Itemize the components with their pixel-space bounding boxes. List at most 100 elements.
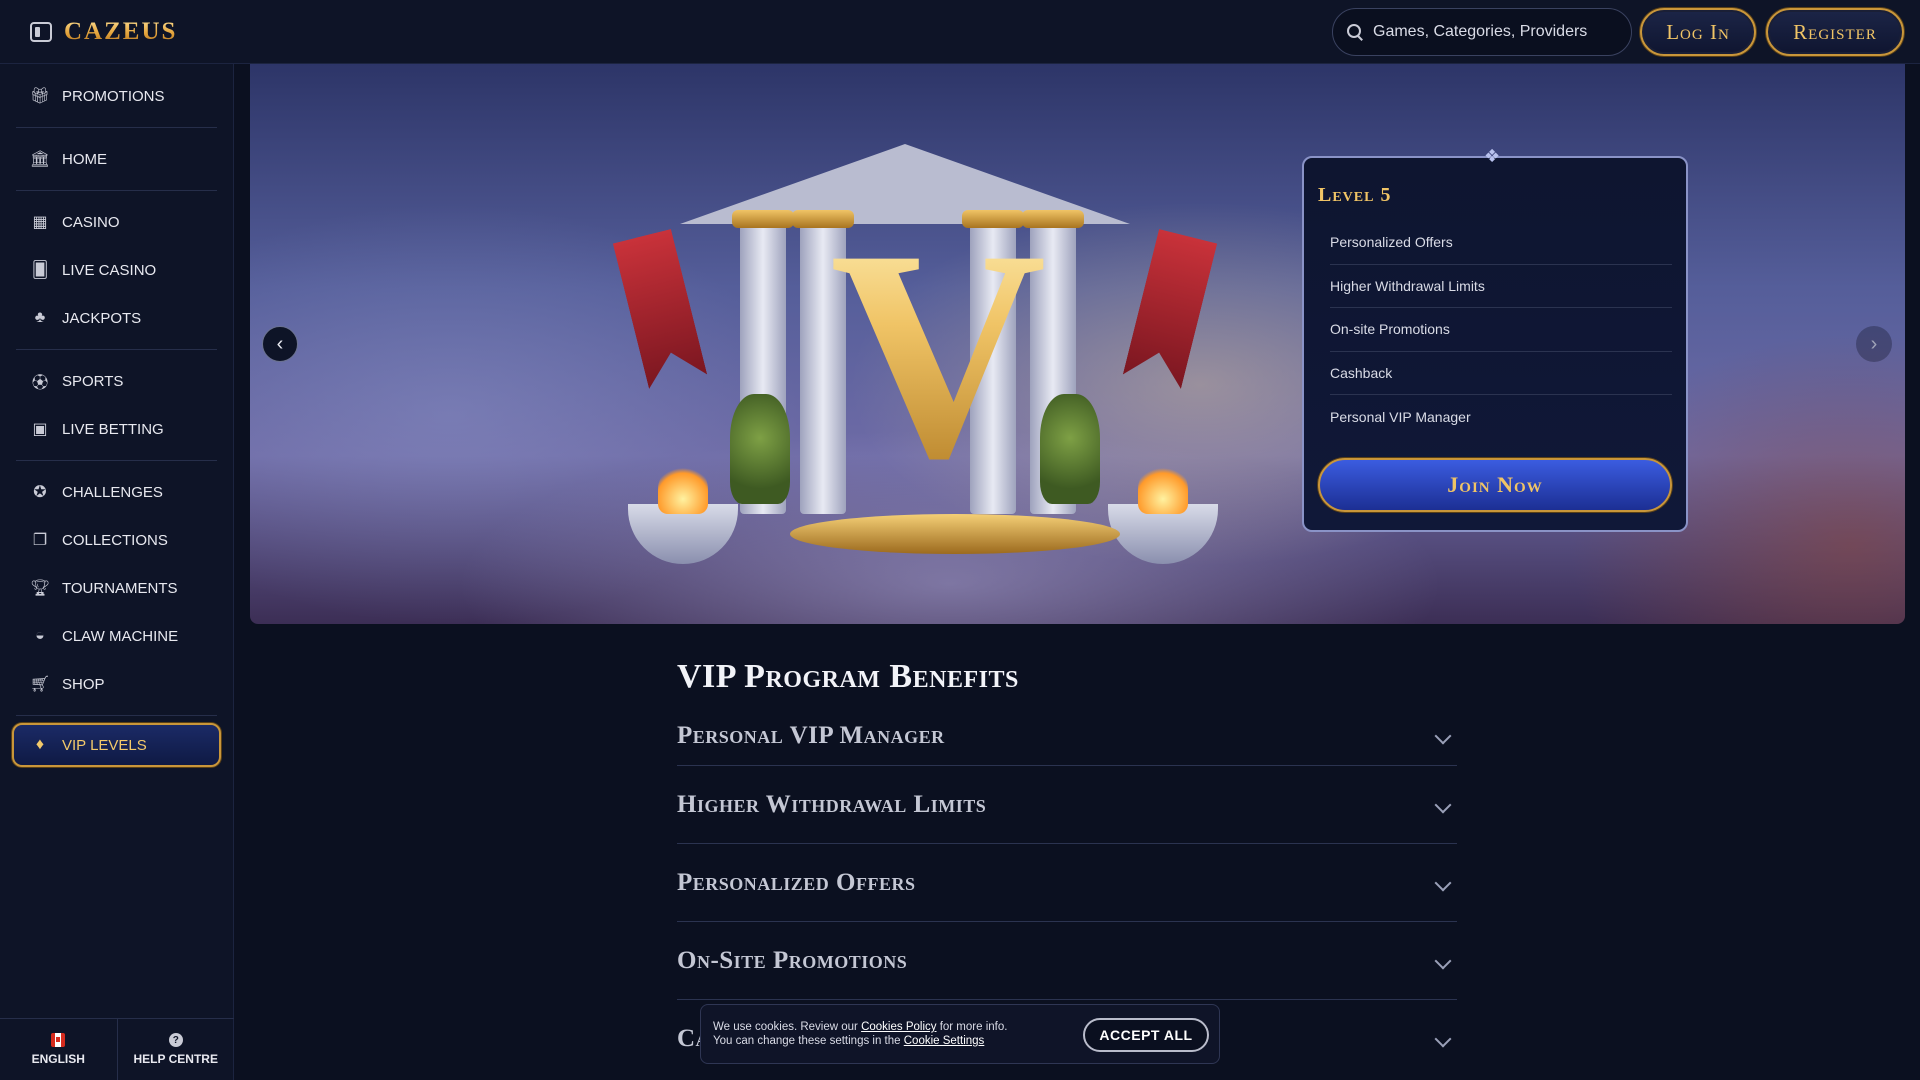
- accordion-label: On-Site Promotions: [677, 946, 908, 974]
- sidebar-item-label: JACKPOTS: [62, 309, 142, 327]
- golden-pedestal: [790, 514, 1120, 554]
- accordion-item-on-site-promotions[interactable]: On-Site Promotions: [677, 922, 1457, 1000]
- cookies-policy-link[interactable]: Cookies Policy: [861, 1021, 936, 1033]
- nav-group-features: ✪ CHALLENGES ❐ COLLECTIONS 🏆︎ TOURNAMENT…: [0, 468, 233, 708]
- nav-group-home: 🏛︎ HOME: [0, 135, 233, 183]
- soccer-ball-icon: ⚽︎: [31, 375, 48, 392]
- help-icon: ?: [168, 1033, 183, 1047]
- level-card: Level 5 Personalized Offers Higher Withd…: [1302, 146, 1688, 532]
- cookie-text: We use cookies. Review our: [713, 1021, 862, 1033]
- join-now-button[interactable]: Join Now: [1318, 458, 1672, 512]
- register-button[interactable]: Register: [1766, 8, 1904, 56]
- sidebar-item-label: COLLECTIONS: [62, 531, 168, 549]
- list-item: Personalized Offers: [1330, 221, 1672, 265]
- divider: [16, 460, 217, 461]
- accept-all-button[interactable]: ACCEPT ALL: [1083, 1018, 1209, 1052]
- sidebar-item-label: SHOP: [62, 675, 105, 693]
- topiary-tree: [730, 394, 790, 504]
- sidebar-item-claw-machine[interactable]: ◒ CLAW MACHINE: [16, 612, 217, 660]
- sidebar-item-live-betting[interactable]: ▣ LIVE BETTING: [16, 405, 217, 453]
- search-icon: [1347, 24, 1363, 40]
- flame: [658, 464, 708, 514]
- sidebar-item-sports[interactable]: ⚽︎ SPORTS: [16, 357, 217, 405]
- carousel-prev-button[interactable]: ‹: [262, 326, 298, 362]
- sidebar-item-challenges[interactable]: ✪ CHALLENGES: [16, 468, 217, 516]
- live-tv-icon: ▣: [32, 421, 48, 438]
- red-banner-flag: [1123, 229, 1218, 389]
- list-item: Higher Withdrawal Limits: [1330, 265, 1672, 308]
- level-benefits-list: Personalized Offers Higher Withdrawal Li…: [1318, 221, 1672, 439]
- site-logo[interactable]: CAZEUS: [64, 18, 177, 46]
- sidebar-item-tournaments[interactable]: 🏆︎ TOURNAMENTS: [16, 564, 217, 612]
- level-title: Level 5: [1318, 184, 1392, 206]
- claw-icon: ◒: [35, 627, 45, 644]
- sidebar-item-label: LIVE BETTING: [62, 420, 164, 438]
- sidebar-item-vip-levels[interactable]: ♦ VIP LEVELS: [12, 723, 221, 767]
- accordion-label: Personalized Offers: [677, 868, 916, 896]
- search-input[interactable]: [1373, 23, 1613, 41]
- sidebar-item-label: TOURNAMENTS: [62, 579, 178, 597]
- accordion-label: Personal VIP Manager: [677, 721, 945, 749]
- list-item: On-site Promotions: [1330, 308, 1672, 352]
- sidebar-toggle-icon[interactable]: [30, 21, 52, 42]
- sidebar-item-collections[interactable]: ❐ COLLECTIONS: [16, 516, 217, 564]
- list-item: Personal VIP Manager: [1330, 408, 1471, 425]
- login-button[interactable]: Log In: [1640, 8, 1756, 56]
- topiary-tree: [1040, 394, 1100, 504]
- flame: [1138, 464, 1188, 514]
- sidebar-item-casino[interactable]: ▦ CASINO: [16, 198, 217, 246]
- divider: [16, 127, 217, 128]
- clover-icon: ♣: [34, 309, 46, 326]
- section-title: VIP Program Benefits: [677, 658, 1019, 695]
- cookie-text: You can change these settings in the: [713, 1035, 904, 1047]
- help-centre-link[interactable]: ? HELP CENTRE: [118, 1019, 235, 1080]
- chevron-down-icon: [1434, 952, 1452, 969]
- chevron-down-icon: [1434, 874, 1452, 891]
- canada-flag-icon: [51, 1033, 66, 1047]
- divider: [16, 349, 217, 350]
- sidebar-item-label: LIVE CASINO: [62, 261, 157, 279]
- trophy-icon: 🏆︎: [29, 580, 51, 597]
- accordion-item-higher-withdrawal-limits[interactable]: Higher Withdrawal Limits: [677, 766, 1457, 844]
- sidebar-item-label: CLAW MACHINE: [62, 627, 179, 645]
- sidebar-item-shop[interactable]: 🛒︎ SHOP: [16, 660, 217, 708]
- chevron-down-icon: [1434, 796, 1452, 813]
- accordion-item-personalized-offers[interactable]: Personalized Offers: [677, 844, 1457, 922]
- top-bar: CAZEUS Log In Register: [0, 0, 1920, 64]
- language-label: ENGLISH: [31, 1052, 85, 1066]
- gift-icon: 🎁︎: [29, 88, 51, 105]
- nav-group-casino: ▦ CASINO 🂠 LIVE CASINO ♣ JACKPOTS: [0, 198, 233, 342]
- sidebar: 🎁︎ PROMOTIONS 🏛︎ HOME ▦ CASINO 🂠 LIVE CA…: [0, 64, 234, 1080]
- hero-banner: V ‹ › Level 5 Personalized Offers Higher…: [250, 64, 1905, 624]
- cards-icon: 🂠: [31, 262, 49, 279]
- language-selector[interactable]: ENGLISH: [0, 1019, 118, 1080]
- list-item: Cashback: [1330, 352, 1672, 395]
- nav-group-promotions: 🎁︎ PROMOTIONS: [0, 72, 233, 120]
- cart-icon: 🛒︎: [29, 676, 51, 693]
- vip-temple-illustration: V: [620, 144, 1218, 564]
- golden-v-emblem: V: [830, 188, 1047, 520]
- collection-icon: ❐: [32, 532, 48, 549]
- nav-group-sports: ⚽︎ SPORTS ▣ LIVE BETTING: [0, 357, 233, 453]
- search-box[interactable]: [1332, 8, 1632, 56]
- help-label: HELP CENTRE: [133, 1052, 218, 1066]
- carousel-next-button[interactable]: ›: [1856, 326, 1892, 362]
- cookie-banner: We use cookies. Review our Cookies Polic…: [700, 1004, 1220, 1064]
- sidebar-item-jackpots[interactable]: ♣ JACKPOTS: [16, 294, 217, 342]
- cookie-message: We use cookies. Review our Cookies Polic…: [713, 1020, 1053, 1048]
- accordion-item-personal-vip-manager[interactable]: Personal VIP Manager: [677, 706, 1457, 766]
- sidebar-footer: ENGLISH ? HELP CENTRE: [0, 1018, 234, 1080]
- chevron-down-icon: [1434, 1030, 1452, 1048]
- divider: [16, 715, 217, 716]
- cookie-text: for more info.: [936, 1021, 1008, 1033]
- sidebar-item-live-casino[interactable]: 🂠 LIVE CASINO: [16, 246, 217, 294]
- sidebar-item-label: HOME: [62, 150, 107, 168]
- red-banner-flag: [613, 229, 708, 389]
- cookie-settings-link[interactable]: Cookie Settings: [904, 1035, 985, 1047]
- sidebar-item-home[interactable]: 🏛︎ HOME: [16, 135, 217, 183]
- sidebar-item-label: SPORTS: [62, 372, 124, 390]
- sidebar-item-promotions[interactable]: 🎁︎ PROMOTIONS: [16, 72, 217, 120]
- sidebar-item-label: CASINO: [62, 213, 120, 231]
- accordion-label: Higher Withdrawal Limits: [677, 790, 987, 818]
- sidebar-item-label: VIP LEVELS: [62, 736, 147, 754]
